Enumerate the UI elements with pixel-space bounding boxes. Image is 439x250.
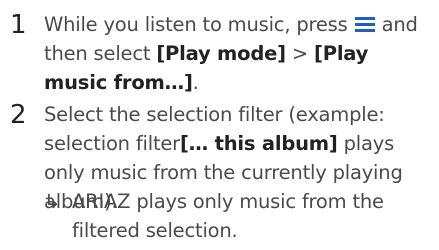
step-number: 1 bbox=[10, 10, 27, 40]
this-album-label: [… this album] bbox=[180, 132, 338, 155]
menu-icon bbox=[354, 17, 375, 32]
step-2-result: ↳ ARIAZ plays only music from the filter… bbox=[44, 187, 432, 245]
step-number: 2 bbox=[10, 100, 27, 130]
step-1-text: While you listen to music, press and the… bbox=[44, 13, 418, 94]
result-arrow-icon: ↳ bbox=[44, 190, 61, 213]
play-mode-label: [Play mode] bbox=[156, 42, 286, 65]
result-text: ARIAZ plays only music from the filtered… bbox=[72, 190, 384, 242]
